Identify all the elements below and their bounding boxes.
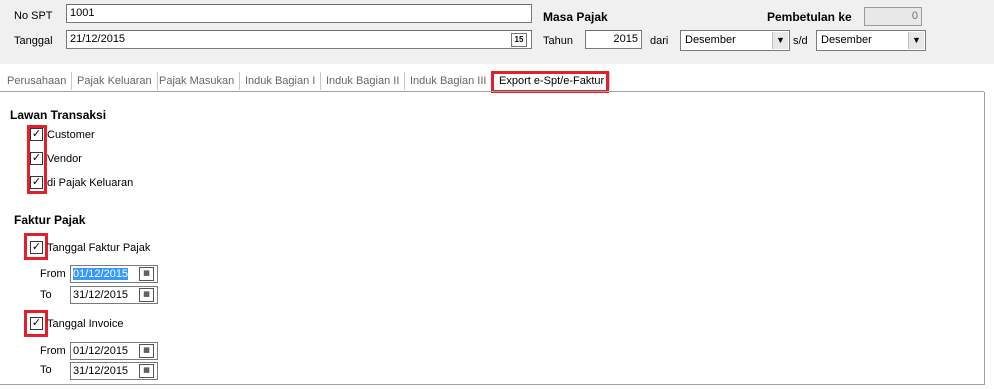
di-pajak-keluaran-checkbox[interactable]: ✓ — [30, 176, 43, 189]
calendar-icon[interactable]: ▦ — [139, 364, 154, 378]
dari-value: Desember — [685, 34, 736, 46]
invoice-to-value: 31/12/2015 — [73, 365, 129, 377]
tab-induk-bagian-i[interactable]: Induk Bagian I — [240, 72, 322, 90]
vendor-label: Vendor — [47, 153, 82, 165]
tahun-label: Tahun — [543, 35, 573, 47]
faktur-from-label: From — [40, 268, 66, 280]
no-spt-field[interactable]: 1001 — [66, 4, 532, 23]
pembetulan-field: 0 — [864, 7, 922, 26]
lawan-transaksi-title: Lawan Transaksi — [10, 108, 107, 122]
no-spt-label: No SPT — [14, 10, 53, 22]
dari-select[interactable]: Desember ▼ — [680, 30, 790, 51]
calendar-icon[interactable]: ▦ — [139, 344, 154, 358]
faktur-from-value: 01/12/2015 — [73, 268, 129, 280]
highlight-tab — [491, 71, 609, 93]
sd-value: Desember — [821, 34, 872, 46]
calendar-icon[interactable]: ▦ — [139, 267, 154, 281]
tab-induk-bagian-iii[interactable]: Induk Bagian III — [405, 72, 493, 90]
tanggal-faktur-checkbox[interactable]: ✓ — [30, 241, 43, 254]
pembetulan-label: Pembetulan ke — [767, 10, 852, 24]
masa-pajak-label: Masa Pajak — [543, 10, 608, 24]
customer-checkbox[interactable]: ✓ — [30, 128, 43, 141]
tab-pajak-keluaran[interactable]: Pajak Keluaran — [72, 72, 158, 90]
faktur-to-label: To — [40, 289, 52, 301]
tanggal-invoice-label: Tanggal Invoice — [47, 318, 124, 330]
chevron-down-icon[interactable]: ▼ — [772, 32, 788, 49]
tanggal-value: 21/12/2015 — [70, 33, 126, 45]
tanggal-label: Tanggal — [14, 35, 53, 47]
tab-perusahaan[interactable]: Perusahaan — [2, 72, 73, 90]
sd-select[interactable]: Desember ▼ — [816, 30, 926, 51]
vendor-checkbox[interactable]: ✓ — [30, 152, 43, 165]
invoice-from-value: 01/12/2015 — [73, 345, 129, 357]
tanggal-invoice-checkbox[interactable]: ✓ — [30, 317, 43, 330]
sd-label: s/d — [793, 35, 808, 47]
invoice-to-label: To — [40, 364, 52, 376]
di-pajak-keluaran-label: di Pajak Keluaran — [47, 177, 134, 189]
tanggal-faktur-label: Tanggal Faktur Pajak — [47, 242, 151, 254]
tanggal-field[interactable]: 21/12/2015 — [66, 30, 532, 49]
tab-induk-bagian-ii[interactable]: Induk Bagian II — [321, 72, 406, 90]
invoice-from-label: From — [40, 345, 66, 357]
tahun-field[interactable]: 2015 — [585, 30, 642, 49]
calendar-icon[interactable]: ▦ — [139, 288, 154, 302]
tab-pajak-masukan[interactable]: Pajak Masukan — [154, 72, 241, 90]
chevron-down-icon[interactable]: ▼ — [908, 32, 924, 49]
dari-label: dari — [650, 35, 669, 47]
faktur-to-value: 31/12/2015 — [73, 289, 129, 301]
customer-label: Customer — [47, 129, 95, 141]
calendar-icon[interactable]: 15 — [511, 33, 527, 47]
faktur-pajak-title: Faktur Pajak — [14, 213, 86, 227]
